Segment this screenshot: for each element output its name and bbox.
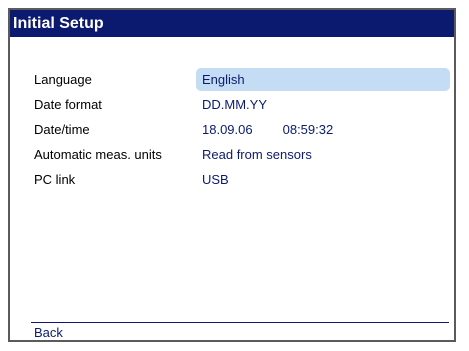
time-value[interactable]: 08:59:32 xyxy=(283,122,334,137)
footer-divider xyxy=(31,322,449,323)
setting-row-pc-link[interactable]: PC link USB xyxy=(10,167,454,192)
setting-row-language[interactable]: Language English xyxy=(10,67,454,92)
settings-list: Language English Date format DD.MM.YY Da… xyxy=(10,67,454,192)
setting-row-date-format[interactable]: Date format DD.MM.YY xyxy=(10,92,454,117)
back-button[interactable]: Back xyxy=(34,326,63,340)
automatic-units-label: Automatic meas. units xyxy=(34,147,162,162)
language-value[interactable]: English xyxy=(196,68,450,91)
setting-row-automatic-units[interactable]: Automatic meas. units Read from sensors xyxy=(10,142,454,167)
date-time-value[interactable]: 18.09.06 08:59:32 xyxy=(196,117,333,142)
language-label: Language xyxy=(34,72,92,87)
window-title: Initial Setup xyxy=(10,10,454,37)
automatic-units-value[interactable]: Read from sensors xyxy=(196,142,312,167)
initial-setup-window: Initial Setup Language English Date form… xyxy=(8,8,456,342)
setting-row-date-time[interactable]: Date/time 18.09.06 08:59:32 xyxy=(10,117,454,142)
pc-link-label: PC link xyxy=(34,172,76,187)
date-format-label: Date format xyxy=(34,97,102,112)
pc-link-value[interactable]: USB xyxy=(196,167,229,192)
date-value[interactable]: 18.09.06 xyxy=(202,122,253,137)
date-time-label: Date/time xyxy=(34,122,90,137)
date-format-value[interactable]: DD.MM.YY xyxy=(196,92,267,117)
